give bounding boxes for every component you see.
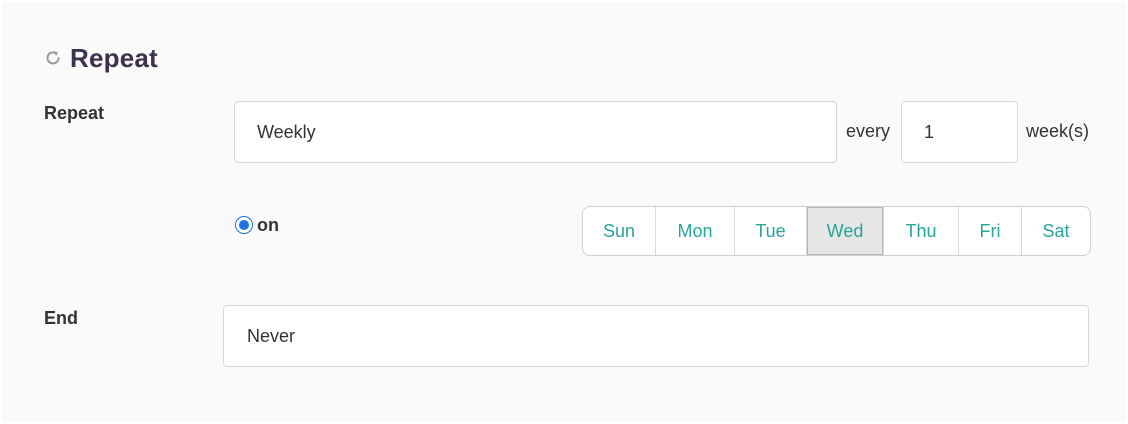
- day-wed[interactable]: Wed: [807, 207, 884, 255]
- frequency-select[interactable]: Weekly: [234, 101, 837, 163]
- on-radio[interactable]: [235, 216, 253, 234]
- week-unit-label: week(s): [1026, 121, 1090, 141]
- day-fri[interactable]: Fri: [959, 207, 1022, 255]
- on-radio-label: on: [257, 215, 279, 235]
- section-header: Repeat: [44, 42, 158, 74]
- section-title: Repeat: [70, 42, 158, 73]
- day-sun[interactable]: Sun: [583, 207, 656, 255]
- day-mon[interactable]: Mon: [656, 207, 735, 255]
- radio-dot: [239, 220, 249, 230]
- repeat-label: Repeat: [44, 103, 105, 123]
- frequency-value: Weekly: [257, 121, 316, 142]
- interval-value: 1: [924, 121, 935, 142]
- day-sat[interactable]: Sat: [1022, 207, 1090, 255]
- end-select[interactable]: Never: [223, 305, 1089, 367]
- end-label: End: [44, 308, 78, 328]
- interval-input[interactable]: 1: [901, 101, 1018, 163]
- weekday-selector: Sun Mon Tue Wed Thu Fri Sat: [582, 206, 1091, 256]
- end-value: Never: [247, 325, 296, 346]
- every-label: every: [846, 121, 891, 141]
- day-thu[interactable]: Thu: [884, 207, 959, 255]
- day-tue[interactable]: Tue: [735, 207, 807, 255]
- refresh-icon: [44, 49, 62, 67]
- repeat-panel: Repeat Repeat Weekly every 1 week(s) on …: [2, 2, 1126, 422]
